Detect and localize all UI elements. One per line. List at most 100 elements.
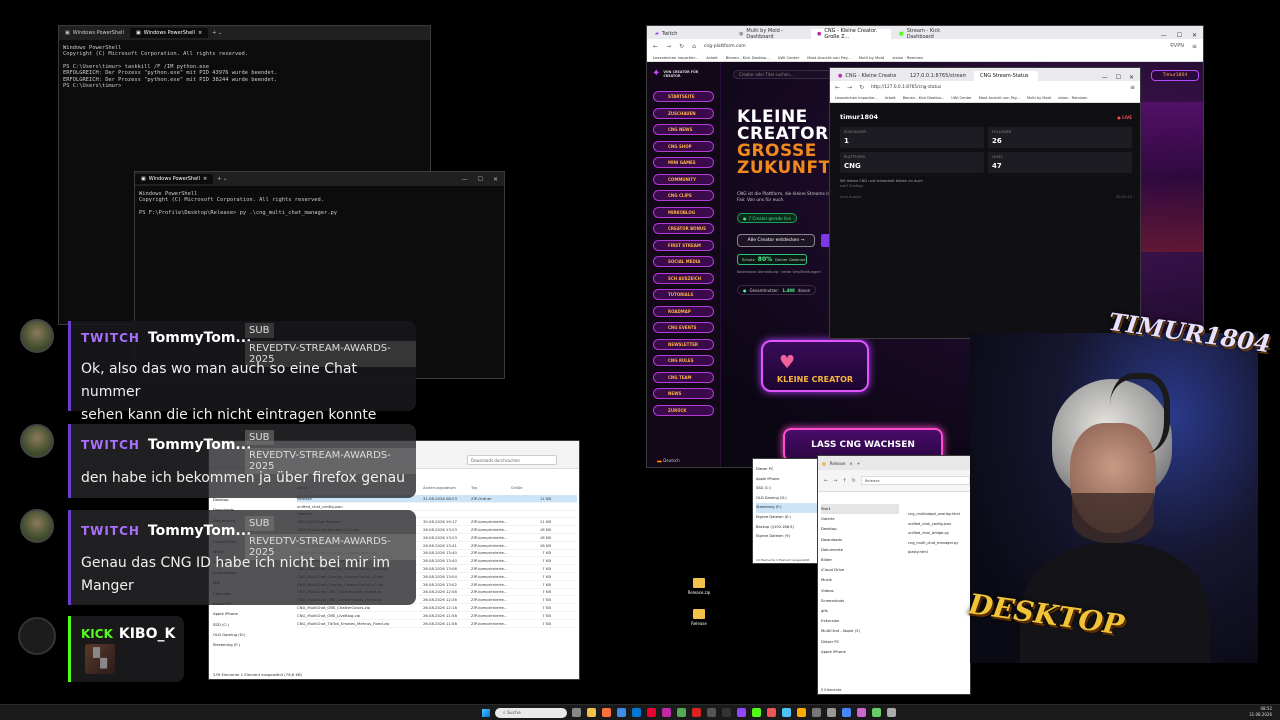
bookmark-item[interactable]: Bienen - Kick Dashbo... <box>726 55 770 60</box>
file-explorer-icon[interactable] <box>587 708 596 717</box>
bookmark-item[interactable]: Multi by Mold <box>859 55 884 60</box>
media-icon[interactable] <box>647 708 656 717</box>
address-bar[interactable]: cng-plattform.com <box>704 44 1162 49</box>
file-item[interactable]: cng_multiadapt_overlay.html <box>908 510 970 520</box>
nav-item[interactable]: Musik <box>821 575 899 585</box>
tab-cng[interactable]: ●CNG - Kleine Creator. Große Z... <box>832 71 902 81</box>
app-icon[interactable] <box>812 708 821 717</box>
sidebar-item[interactable]: ZURÜCK <box>653 404 714 416</box>
sidebar-item[interactable]: MIRKOBLOG <box>653 206 714 218</box>
sidebar-item[interactable]: SOCIAL MEDIA <box>653 256 714 267</box>
titlebar[interactable]: ▣ Windows PowerShell ▣ Windows PowerShell ×… <box>59 26 430 40</box>
sidebar-item[interactable]: CNG NEWS <box>653 124 714 135</box>
minimize-icon[interactable]: — <box>1161 32 1167 39</box>
close-icon[interactable]: ✕ <box>1192 32 1197 39</box>
nav-item[interactable]: Videos <box>821 586 899 596</box>
browser-window-status[interactable]: ●CNG - Kleine Creator. Große Z... 127.0.… <box>829 67 1141 339</box>
sidebar-item[interactable]: CNG EVENTS <box>653 322 714 333</box>
maximize-icon[interactable]: ☐ <box>1177 32 1182 39</box>
forward-icon[interactable]: → <box>833 478 837 484</box>
maximize-icon[interactable]: ☐ <box>1116 74 1121 81</box>
nav-item[interactable]: Screenshots <box>821 596 899 606</box>
tab-kick[interactable]: ■ Stream - Kick Dashboard <box>893 28 973 40</box>
file-item[interactable]: plasty.html <box>908 548 970 558</box>
nav-item[interactable]: Apple iPhone <box>756 475 818 485</box>
back-icon[interactable]: ← <box>653 43 658 50</box>
terminal-icon[interactable] <box>707 708 716 717</box>
file-row[interactable]: CNG_MultiChat_TikTok_Emotes_Mehrus_Fixed… <box>297 620 577 628</box>
promo-kleine-creator[interactable]: ♥ KLEINE CREATOR <box>761 340 869 392</box>
sidebar-item[interactable]: NEWSLETTER <box>653 338 714 350</box>
nav-item[interactable]: Apple iPhone <box>213 611 293 621</box>
tab-powershell[interactable]: ▣ Windows PowerShell × <box>135 174 214 184</box>
chat-username[interactable]: TommyTom... <box>148 330 251 346</box>
file-item[interactable]: unified_chat_bridge.py <box>908 529 970 539</box>
nav-item[interactable]: SSD (C:) <box>756 484 818 494</box>
reload-icon[interactable]: ↻ <box>852 478 856 484</box>
new-tab-icon[interactable]: + ⌄ <box>212 30 222 36</box>
sidebar-item[interactable]: CNG RULES <box>653 355 714 366</box>
nav-item[interactable]: Dokumente <box>821 545 899 555</box>
browser-icon[interactable] <box>602 708 611 717</box>
discover-creators-button[interactable]: Alle Creator entdecken → <box>737 234 815 247</box>
nav-item[interactable]: Dieser PC <box>756 465 818 475</box>
nav-item[interactable]: SSD (C:) <box>213 622 293 632</box>
close-tab-icon[interactable]: × <box>203 176 207 182</box>
bookmark-item[interactable]: UWI Center <box>951 96 971 100</box>
sidebar-item[interactable]: STARTSEITE <box>653 91 714 102</box>
taskbar-search[interactable]: ⌕ Suche <box>495 708 567 718</box>
tab-powershell-1[interactable]: ▣ Windows PowerShell <box>59 28 130 38</box>
search-box[interactable]: Downloads durchsuchen <box>467 455 557 465</box>
nav-item[interactable]: Exkursion <box>821 616 899 626</box>
vpn-icon[interactable]: ⛨VPN <box>1170 43 1184 49</box>
close-icon[interactable]: ✕ <box>1129 74 1134 81</box>
bookmark-item[interactable]: Multi by Mold <box>1027 96 1051 100</box>
col-size[interactable]: Größe <box>511 485 551 490</box>
tab-powershell-2[interactable]: ▣ Windows PowerShell × <box>129 28 209 38</box>
nav-item[interactable]: Backup (\\192.168.9) <box>756 523 818 533</box>
tab-label[interactable]: Release <box>830 461 846 466</box>
sidebar-item[interactable]: CNG TEAM <box>653 371 714 383</box>
bookmark-item[interactable]: Lesezeichen importier... <box>835 96 878 100</box>
app-icon[interactable] <box>767 708 776 717</box>
home-icon[interactable]: ⌂ <box>692 43 696 50</box>
terminal-output[interactable]: Windows PowerShell Copyright (C) Microsof… <box>135 186 504 222</box>
reload-icon[interactable]: ↻ <box>859 84 864 91</box>
file-item[interactable]: unified_chat_config.json <box>908 520 970 530</box>
bookmark-item[interactable]: vision · Remixen <box>892 55 923 60</box>
nav-item[interactable]: Start <box>821 504 899 515</box>
nav-item[interactable]: Streaming (F:) <box>213 642 293 652</box>
tab-stream-status[interactable]: CNG Stream-Status <box>974 71 1038 81</box>
app-icon[interactable] <box>662 708 671 717</box>
obs-icon[interactable] <box>722 708 731 717</box>
app-icon[interactable] <box>857 708 866 717</box>
chat-username[interactable]: TommyTom... <box>148 437 251 453</box>
minimize-icon[interactable]: — <box>1102 74 1108 81</box>
nav-item[interactable]: Bilder <box>821 555 899 565</box>
file-item[interactable]: cng_multi_chat_manager.py <box>908 539 970 549</box>
address-bar[interactable]: http://127.0.0.1:8765/cng-status <box>871 85 1123 90</box>
bookmark-item[interactable]: UWI Center <box>778 55 800 60</box>
menu-icon[interactable]: ≡ <box>1192 43 1203 50</box>
back-icon[interactable]: ← <box>835 84 840 91</box>
nav-item[interactable]: Dieser PC <box>821 637 899 647</box>
nav-item[interactable]: iCloud Drive <box>821 565 899 575</box>
mail-icon[interactable] <box>632 708 641 717</box>
bookmark-item[interactable]: Lesezeichen importier... <box>653 55 698 60</box>
file-explorer-release[interactable]: ■ Release × + ← → ↑ ↻ Release Start Galerie Desk… <box>817 455 971 695</box>
nav-item[interactable]: OLD Gaming (D:) <box>756 494 818 504</box>
nav-item[interactable]: Downloads <box>821 535 899 545</box>
menu-icon[interactable]: ≡ <box>1130 84 1140 91</box>
nav-item[interactable]: Desktop <box>213 497 293 507</box>
reload-icon[interactable]: ↻ <box>679 43 684 50</box>
chat-icon[interactable] <box>752 708 761 717</box>
nav-item[interactable]: MultiChat - Kopie (3) <box>821 626 899 636</box>
bookmark-item[interactable]: vision · Remixen <box>1058 96 1087 100</box>
nav-item[interactable]: Eigene Dateien (E:) <box>756 513 818 523</box>
music-icon[interactable] <box>692 708 701 717</box>
task-view-icon[interactable] <box>572 708 581 717</box>
start-button[interactable] <box>482 709 490 717</box>
address-bar[interactable]: Release <box>860 476 970 485</box>
desktop-icon-release-zip[interactable]: Release.zip <box>686 578 712 595</box>
nav-item[interactable]: Streaming (F:) <box>756 503 818 513</box>
